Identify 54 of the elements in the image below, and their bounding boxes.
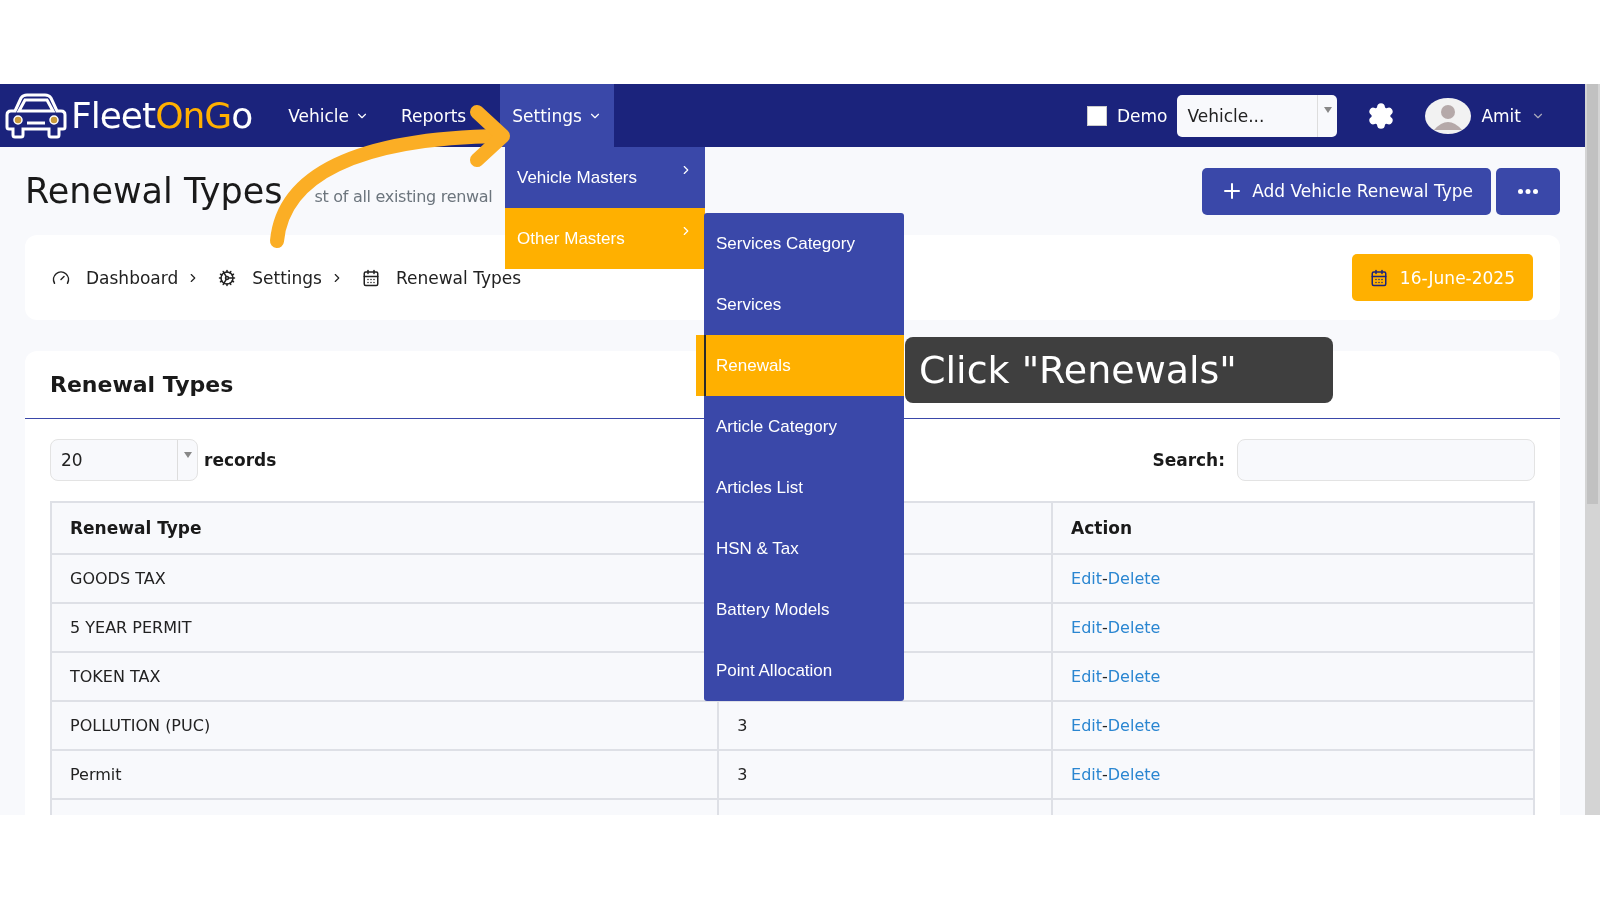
submenu-item[interactable]: Services <box>704 274 904 335</box>
table-cell: POLLUTION (PUC) <box>51 701 719 750</box>
edit-link[interactable]: Edit <box>1071 716 1102 735</box>
separator-text: - <box>1102 667 1108 686</box>
avatar-icon[interactable] <box>1425 97 1472 134</box>
dashboard-icon <box>52 268 70 287</box>
demo-checkbox[interactable] <box>1086 105 1107 126</box>
gears-icon <box>218 268 237 287</box>
submenu-item[interactable]: Article Category <box>704 396 904 457</box>
user-name[interactable]: Amit <box>1481 105 1521 126</box>
edit-link[interactable]: Edit <box>1071 765 1102 784</box>
breadcrumb-link[interactable]: Settings <box>252 267 322 288</box>
breadcrumb-link[interactable]: Dashboard <box>86 267 179 288</box>
delete-link[interactable]: Delete <box>1107 569 1161 588</box>
dropdown-icon <box>1323 106 1332 113</box>
scrollbar[interactable] <box>1585 84 1600 815</box>
dropdown-icon <box>183 452 192 458</box>
table-cell: Permit <box>51 750 719 799</box>
separator-text: - <box>1102 569 1108 588</box>
nav-item[interactable]: Vehicle <box>278 101 379 130</box>
search-field[interactable] <box>1237 439 1535 481</box>
edit-link[interactable]: Edit <box>1071 569 1102 588</box>
separator-text: - <box>1102 765 1108 784</box>
page-subtitle: st of all existing renwal <box>314 186 493 206</box>
demo-label: Demo <box>1116 105 1168 126</box>
delete-link[interactable]: Delete <box>1107 618 1161 637</box>
more-button[interactable] <box>1496 167 1560 215</box>
calendar-icon <box>361 268 380 287</box>
submenu-item[interactable]: Services Category <box>704 213 904 274</box>
card-title: Renewal Types <box>50 372 234 397</box>
separator-text: - <box>1102 716 1108 735</box>
logo-text: FleetOnGo <box>71 95 253 136</box>
table-cell: 3 <box>718 750 1052 799</box>
nav-item[interactable]: Settings <box>500 84 614 147</box>
search-label: Search: <box>1152 450 1225 470</box>
delete-link[interactable]: Delete <box>1107 667 1161 686</box>
records-label: records <box>204 450 277 470</box>
edit-link[interactable]: Edit <box>1071 618 1102 637</box>
car-logo-icon <box>5 92 67 139</box>
add-renewal-type-button[interactable]: Add Vehicle Renewal Type <box>1202 167 1491 215</box>
page-size-select[interactable]: 20 <box>50 439 198 481</box>
delete-link[interactable]: Delete <box>1107 716 1161 735</box>
edit-link[interactable]: Edit <box>1071 667 1102 686</box>
nav-item[interactable]: Reports <box>391 101 477 130</box>
breadcrumb-link[interactable]: Renewal Types <box>395 267 522 288</box>
vehicle-select[interactable]: Vehicle... <box>1177 94 1338 137</box>
separator-text: - <box>1102 618 1108 637</box>
delete-link[interactable]: Delete <box>1107 765 1161 784</box>
page-title: Renewal Types <box>25 171 283 211</box>
calendar-icon <box>1369 268 1388 287</box>
ellipsis-icon <box>1518 188 1538 194</box>
column-header: Action <box>1052 502 1534 554</box>
menu-item[interactable]: Vehicle Masters <box>505 147 705 208</box>
tooltip: Click "Renewals" <box>905 337 1333 403</box>
